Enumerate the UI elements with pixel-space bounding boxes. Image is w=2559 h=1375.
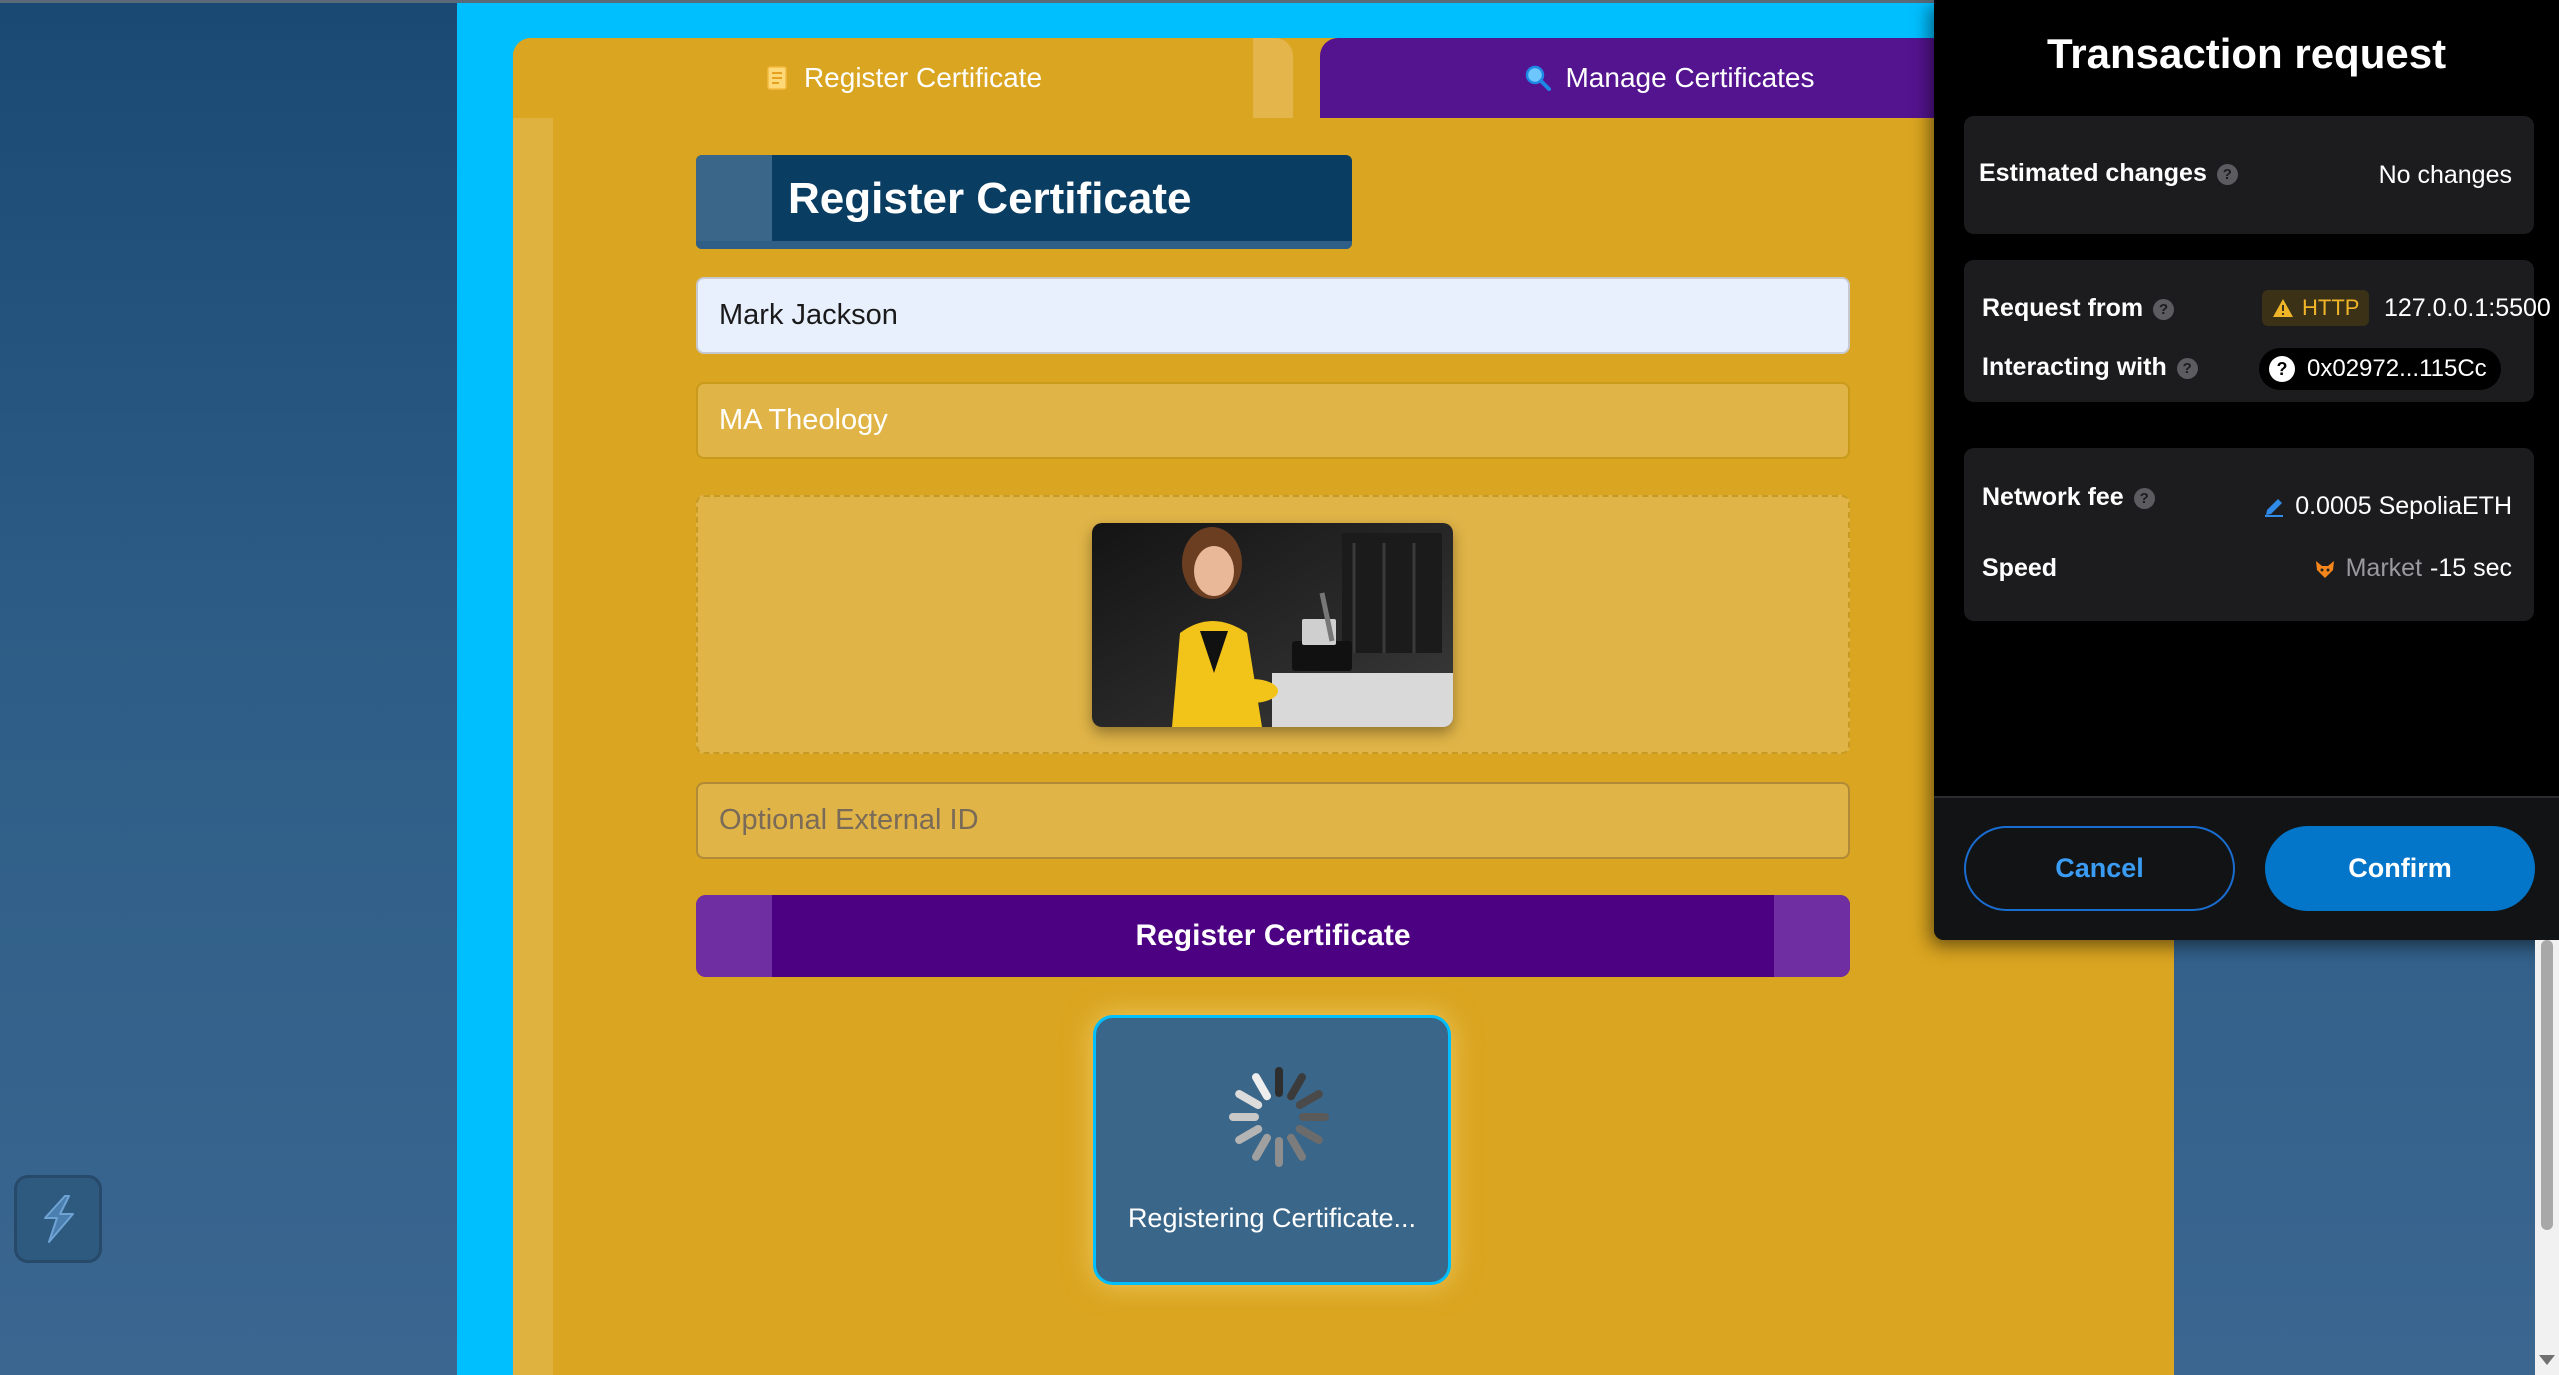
contract-address: 0x02972...115Cc [2307, 355, 2487, 382]
unknown-contract-icon: ? [2269, 356, 2295, 382]
tab-manage-certificates[interactable]: Manage Certificates [1320, 38, 2020, 118]
help-icon[interactable]: ? [2216, 163, 2238, 185]
fee-details-card: Network fee? 0.0005 SepoliaETH Speed Mar… [1964, 448, 2534, 621]
estimated-changes-card: Estimated changes? No changes [1964, 116, 2534, 234]
fox-icon [2315, 560, 2334, 578]
insecure-http-badge: HTTP [2262, 290, 2370, 326]
network-fee-label: Network fee [1982, 483, 2124, 511]
speed-value-group: Market -15 sec [2314, 554, 2512, 583]
tab-manage-label: Manage Certificates [1565, 62, 1815, 93]
interacting-with-row: Interacting with? [1982, 353, 2198, 382]
loading-message: Registering Certificate... [1127, 1203, 1417, 1233]
heading-accent [696, 155, 772, 249]
floating-extension-button[interactable] [14, 1175, 102, 1263]
help-icon[interactable]: ? [2176, 357, 2198, 379]
speed-label: Speed [1982, 554, 2058, 582]
wallet-footer: Cancel Confirm [1934, 798, 2559, 940]
page-scrollbar-thumb[interactable] [2541, 940, 2553, 1230]
loading-spinner-icon [1229, 1067, 1329, 1167]
uploaded-photo-preview [1092, 523, 1453, 727]
tab-register-certificate[interactable]: Register Certificate [513, 38, 1293, 118]
speed-time: -15 sec [2430, 554, 2512, 582]
magnifier-icon [1525, 65, 1552, 91]
confirm-button[interactable]: Confirm [2265, 826, 2535, 911]
request-details-card: Request from? HTTP 127.0.0.1:5500 Intera… [1964, 260, 2551, 402]
lightning-s-icon [44, 1195, 74, 1243]
register-certificate-button[interactable]: Register Certificate [696, 895, 1850, 977]
contract-address-pill[interactable]: ? 0x02972...115Cc [2259, 348, 2501, 390]
speed-mode: Market [2345, 554, 2423, 582]
estimated-changes-row: Estimated changes? [1979, 159, 2238, 188]
estimated-changes-value: No changes [2378, 161, 2512, 189]
help-icon[interactable]: ? [2133, 487, 2155, 509]
request-origin: 127.0.0.1:5500 [2384, 294, 2551, 322]
interacting-with-label: Interacting with [1982, 353, 2167, 381]
recipient-name-input[interactable]: Mark Jackson [696, 277, 1850, 354]
register-certificate-button-label: Register Certificate [1135, 919, 1411, 952]
external-id-input[interactable]: Optional External ID [696, 782, 1850, 859]
wallet-transaction-popup: Transaction request Estimated changes? N… [1934, 0, 2559, 940]
wallet-title: Transaction request [2046, 30, 2447, 77]
scroll-down-arrow-icon[interactable] [2539, 1355, 2555, 1365]
form-panel-edge [513, 38, 553, 1375]
network-fee-value: 0.0005 SepoliaETH [2295, 492, 2512, 520]
form-heading: Register Certificate [696, 155, 1352, 249]
request-from-label: Request from [1982, 294, 2144, 322]
heading-underbar [696, 241, 1352, 249]
request-from-row: Request from? [1982, 294, 2175, 323]
cancel-button[interactable]: Cancel [1964, 826, 2235, 911]
loading-overlay-card: Registering Certificate... [1093, 1015, 1451, 1285]
tab-register-edge [1253, 38, 1293, 118]
tab-register-label: Register Certificate [803, 62, 1043, 93]
estimated-changes-label: Estimated changes [1979, 159, 2207, 187]
page-icon [764, 65, 790, 91]
degree-input[interactable]: MA Theology [696, 382, 1850, 459]
warning-icon [2273, 299, 2293, 317]
form-heading-title: Register Certificate [788, 174, 1192, 223]
network-fee-value-group[interactable]: 0.0005 SepoliaETH [2263, 492, 2512, 521]
edit-pencil-icon [2265, 498, 2284, 517]
help-icon[interactable]: ? [2153, 298, 2175, 320]
network-fee-row: Network fee? [1982, 483, 2155, 512]
http-protocol-label: HTTP [2302, 295, 2360, 320]
